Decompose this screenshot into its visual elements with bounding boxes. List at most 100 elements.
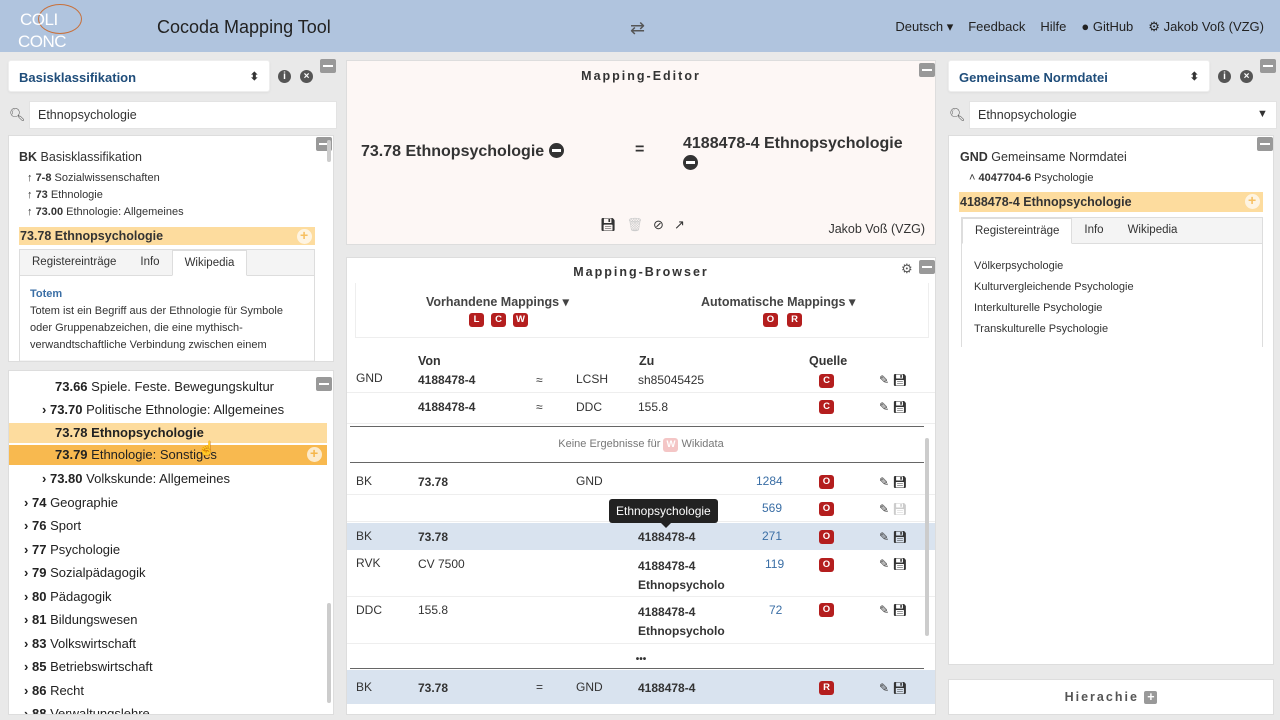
logo-line1: COLI xyxy=(20,10,58,29)
wiki-title[interactable]: Totem xyxy=(30,286,304,303)
delete-icon[interactable]: 🗑︎ xyxy=(627,217,644,233)
right-scheme-select[interactable]: Gemeinsame Normdatei ⬍ xyxy=(948,60,1210,92)
tree-item[interactable]: 73.66 Spiele. Feste. Bewegungskultur xyxy=(55,379,274,394)
language-dropdown[interactable]: Deutsch ▾ xyxy=(895,19,953,35)
minimize-button[interactable] xyxy=(1257,137,1273,151)
more-results[interactable]: ••• xyxy=(347,654,935,665)
left-search-input[interactable]: Ethnopsychologie xyxy=(29,101,337,129)
github-link[interactable]: ● GitHub xyxy=(1081,19,1133,35)
tab-registereintraege[interactable]: Registereinträge xyxy=(962,218,1073,244)
table-row[interactable]: BK 73.78 GND 1284 O ✎ 💾︎ xyxy=(347,468,935,495)
source-badge[interactable]: L xyxy=(469,313,484,327)
browser-title: Mapping-Browser xyxy=(573,265,709,279)
no-results-message: Keine Ergebnisse für W Wikidata xyxy=(558,438,724,452)
minimize-button[interactable] xyxy=(320,59,336,73)
header-to: Zu xyxy=(639,354,655,368)
table-row[interactable]: BK 73.78 4188478-4 271 O ✎ 💾︎ xyxy=(347,523,935,550)
edit-save-icons[interactable]: ✎ 💾︎ xyxy=(879,681,908,695)
scrollbar[interactable] xyxy=(327,140,331,162)
left-concept-tree: 73.66 Spiele. Feste. Bewegungskultur › 7… xyxy=(8,370,334,715)
source-badge: O xyxy=(819,502,834,516)
add-icon[interactable] xyxy=(1245,192,1260,209)
tree-item-hover[interactable]: 73.79 Ethnologie: Sonstiges xyxy=(9,445,327,465)
source-badge[interactable]: C xyxy=(491,313,506,327)
expand-icon[interactable]: + xyxy=(1144,691,1158,704)
relation-select[interactable]: = xyxy=(635,141,644,159)
left-scheme-select[interactable]: Basisklassifikation ⬍ xyxy=(8,60,270,92)
logo-line2: CONC xyxy=(18,32,67,51)
tab-info[interactable]: Info xyxy=(1072,218,1115,243)
edit-save-icons[interactable]: ✎ 💾︎ xyxy=(879,603,908,617)
right-concept-detail: GND Gemeinsame Normdatei ˄ 4047704-6 Psy… xyxy=(948,135,1274,665)
source-badge[interactable]: R xyxy=(787,313,802,327)
cursor-hand-icon: ☝ xyxy=(198,440,216,456)
tree-item[interactable]: › 81 Bildungswesen xyxy=(24,612,138,627)
tree-item[interactable]: › 74 Geographie xyxy=(24,495,118,510)
scrollbar[interactable] xyxy=(327,603,331,703)
info-icon[interactable]: i xyxy=(278,70,291,83)
tree-item[interactable]: › 86 Recht xyxy=(24,683,84,698)
table-row[interactable]: GND 4188478-4 ≈ LCSH sh85045425 C ✎ 💾︎ xyxy=(347,371,935,393)
add-icon[interactable] xyxy=(307,445,322,462)
tree-item-selected[interactable]: 73.78 Ethnopsychologie xyxy=(9,423,327,443)
existing-mappings-dropdown[interactable]: Vorhandene Mappings ▾ xyxy=(426,294,569,309)
tree-item[interactable]: › 79 Sozialpädagogik xyxy=(24,565,145,580)
right-search-input[interactable]: Ethnopsychologie xyxy=(969,101,1277,129)
minimize-button[interactable] xyxy=(316,377,332,391)
gear-icon: ⚙ xyxy=(1148,19,1160,34)
edit-save-icons[interactable]: ✎ 💾︎ xyxy=(879,557,908,571)
feedback-link[interactable]: Feedback xyxy=(968,19,1025,35)
share-icon[interactable]: ↗ xyxy=(674,217,685,233)
table-row[interactable]: 4188478-4 ≈ DDC 155.8 C ✎ 💾︎ xyxy=(347,396,935,424)
tree-item[interactable]: › 76 Sport xyxy=(24,518,81,533)
minimize-button[interactable] xyxy=(1260,59,1276,73)
hierarchy-panel[interactable]: Hierachie + xyxy=(948,679,1274,715)
tree-item[interactable]: › 73.80 Volkskunde: Allgemeines xyxy=(42,471,230,486)
edit-save-icons[interactable]: ✎ 💾︎ xyxy=(879,475,908,489)
edit-save-icons[interactable]: ✎ 💾︎ xyxy=(879,502,908,516)
app-title: Cocoda Mapping Tool xyxy=(157,17,331,37)
filter-icon[interactable]: ▼ xyxy=(1257,108,1268,120)
tab-wikipedia[interactable]: Wikipedia xyxy=(171,250,248,276)
ancestor-item[interactable]: ↑ 73.00 Ethnologie: Allgemeines xyxy=(27,206,184,218)
save-icon[interactable]: 💾︎ xyxy=(600,217,617,233)
tree-item[interactable]: › 88 Verwaltungslehre xyxy=(24,706,150,714)
edit-save-icons[interactable]: ✎ 💾︎ xyxy=(879,373,908,387)
source-badge[interactable]: W xyxy=(513,313,528,327)
remove-icon[interactable] xyxy=(683,155,698,170)
tree-item[interactable]: › 77 Psychologie xyxy=(24,542,120,557)
tab-wikipedia[interactable]: Wikipedia xyxy=(1116,218,1190,243)
broader-concept[interactable]: ˄ 4047704-6 Psychologie xyxy=(969,172,1093,184)
tree-item[interactable]: › 73.70 Politische Ethnologie: Allgemein… xyxy=(42,402,284,417)
coli-conc-logo[interactable]: COLI CONC xyxy=(18,4,84,51)
automatic-mappings-dropdown[interactable]: Automatische Mappings ▾ xyxy=(701,294,855,309)
user-menu[interactable]: ⚙ Jakob Voß (VZG) xyxy=(1148,19,1264,35)
wiki-text: Totem ist ein Begriff aus der Ethnologie… xyxy=(30,305,283,351)
ancestor-item[interactable]: ↑ 73 Ethnologie xyxy=(27,189,103,201)
swap-icon[interactable]: ⇄ xyxy=(630,18,645,39)
scrollbar[interactable] xyxy=(925,438,929,636)
scheme-header: BK Basisklassifikation xyxy=(19,150,142,164)
register-entry: Völkerpsychologie xyxy=(974,260,1064,272)
clear-icon[interactable]: × xyxy=(300,70,313,83)
clear-icon[interactable]: × xyxy=(1240,70,1253,83)
source-badge[interactable]: O xyxy=(763,313,778,327)
tab-info[interactable]: Info xyxy=(128,250,171,275)
table-row[interactable]: BK 73.78 = GND 4188478-4 R ✎ 💾︎ xyxy=(347,670,935,704)
selected-concept: 4188478-4 Ethnopsychologie xyxy=(959,192,1263,212)
add-icon[interactable] xyxy=(297,227,312,244)
table-row[interactable]: DDC 155.8 4188478-4 Ethnopsycholo 72 O ✎ … xyxy=(347,598,935,644)
remove-icon[interactable] xyxy=(548,143,564,158)
info-icon[interactable]: i xyxy=(1218,70,1231,83)
tree-item[interactable]: › 80 Pädagogik xyxy=(24,589,112,604)
tree-item[interactable]: › 85 Betriebswirtschaft xyxy=(24,659,153,674)
ancestor-item[interactable]: ↑ 7-8 Sozialwissenschaften xyxy=(27,172,160,184)
tab-registereintraege[interactable]: Registereinträge xyxy=(20,250,128,275)
help-link[interactable]: Hilfe xyxy=(1040,19,1066,35)
register-entry: Interkulturelle Psychologie xyxy=(974,302,1103,314)
table-row[interactable]: RVK CV 7500 4188478-4 Ethnopsycholo 119 O… xyxy=(347,551,935,597)
tree-item[interactable]: › 83 Volkswirtschaft xyxy=(24,636,136,651)
edit-save-icons[interactable]: ✎ 💾︎ xyxy=(879,530,908,544)
edit-save-icons[interactable]: ✎ 💾︎ xyxy=(879,400,908,414)
clear-icon[interactable]: ⊘ xyxy=(653,217,664,233)
